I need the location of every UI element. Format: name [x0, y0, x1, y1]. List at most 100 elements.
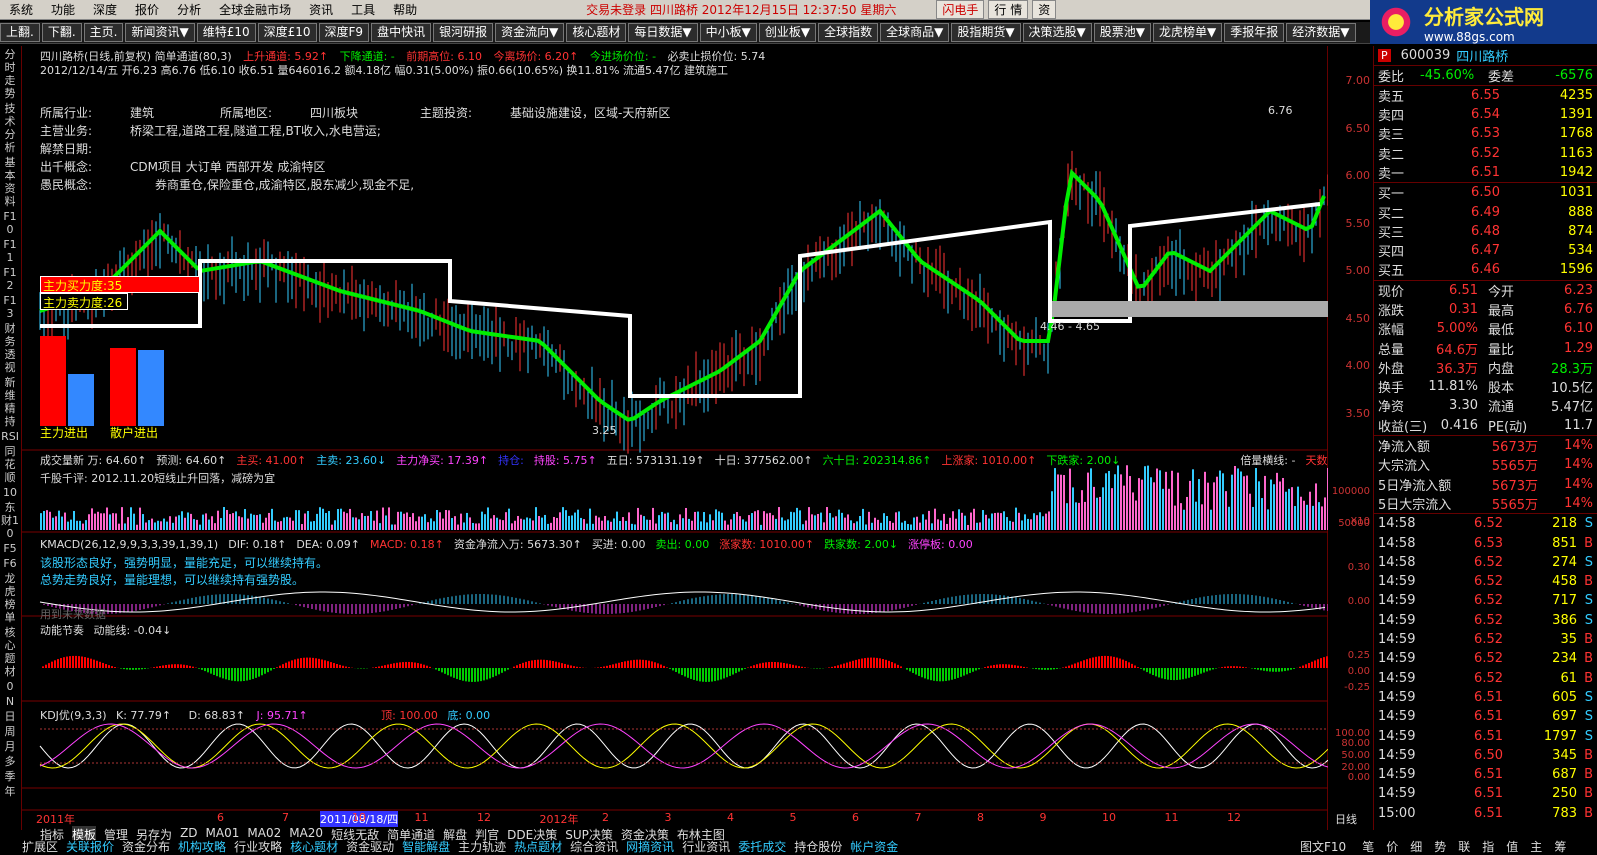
menu-depth[interactable]: 深度: [84, 1, 126, 18]
leftbar-item[interactable]: 分时走势: [0, 48, 20, 100]
menu-quote[interactable]: 报价: [126, 1, 168, 18]
info-tab[interactable]: 资金驱动: [346, 838, 394, 854]
tick-row: 15:00 6.51 783 B: [1374, 804, 1597, 823]
leftbar-item[interactable]: 技术分析: [0, 102, 20, 154]
leftbar-item[interactable]: 0: [0, 680, 20, 693]
info-tab[interactable]: 资金分布: [122, 838, 170, 854]
toolbar-button[interactable]: 银河研报: [433, 23, 494, 42]
quote-button[interactable]: 行 情: [988, 0, 1029, 19]
info-tab[interactable]: 帐户资金: [850, 838, 898, 854]
menu-function[interactable]: 功能: [42, 1, 84, 18]
info-tab[interactable]: 扩展区: [22, 838, 58, 854]
info-tab[interactable]: 综合资讯: [570, 838, 618, 854]
leftbar-item[interactable]: 东财10: [0, 501, 20, 540]
volume-bar: [772, 515, 774, 530]
menu-global-market[interactable]: 全球金融市场: [210, 1, 300, 18]
volume-bar: [301, 524, 303, 530]
panel-tab[interactable]: 指: [1482, 838, 1494, 854]
toolbar-button[interactable]: 全球指数: [818, 23, 879, 42]
menu-system[interactable]: 系统: [0, 1, 42, 18]
panel-tab[interactable]: 图文F10: [1300, 838, 1346, 854]
leftbar-item[interactable]: F13: [0, 294, 20, 320]
leftbar-item[interactable]: F12: [0, 266, 20, 292]
toolbar-button[interactable]: 创业板▼: [758, 23, 817, 42]
toolbar-button[interactable]: 龙虎榜单▼: [1153, 23, 1223, 42]
leftbar-item[interactable]: 同花顺: [0, 445, 20, 484]
info-button[interactable]: 资: [1032, 0, 1057, 19]
toolbar-button[interactable]: 深度£10: [257, 23, 317, 42]
leftbar-item[interactable]: 日: [0, 710, 20, 723]
timeframe-label[interactable]: 日线: [1335, 811, 1357, 827]
toolbar-button[interactable]: 中小板▼: [699, 23, 757, 42]
volume-bar: [970, 512, 972, 530]
info-tab[interactable]: 机构攻略: [178, 838, 226, 854]
leftbar-item[interactable]: F5: [0, 542, 20, 555]
info-tab[interactable]: 行业攻略: [234, 838, 282, 854]
toolbar-button[interactable]: 核心题材: [566, 23, 627, 42]
menu-news[interactable]: 资讯: [300, 1, 342, 18]
volume-bar: [445, 509, 447, 530]
info-tab[interactable]: 热点题材: [514, 838, 562, 854]
volume-bar: [61, 516, 63, 530]
leftbar-item[interactable]: F11: [0, 238, 20, 264]
toolbar-button[interactable]: 上翻.: [0, 23, 40, 42]
toolbar-button[interactable]: 全球商品▼: [880, 23, 950, 42]
menu-analysis[interactable]: 分析: [168, 1, 210, 18]
panel-tab[interactable]: 价: [1386, 838, 1398, 854]
retail-bar: [110, 348, 136, 426]
panel-tab[interactable]: 值: [1506, 838, 1518, 854]
leftbar-item[interactable]: 多: [0, 755, 20, 768]
toolbar-button[interactable]: 季报年报: [1224, 23, 1285, 42]
leftbar-item[interactable]: 基本资料: [0, 156, 20, 208]
toolbar-button[interactable]: 资金流向▼: [495, 23, 565, 42]
panel-tab[interactable]: 筹: [1554, 838, 1566, 854]
toolbar-button[interactable]: 下翻.: [41, 23, 82, 42]
volume-bar: [1324, 497, 1326, 530]
flash-button[interactable]: 闪电手: [936, 0, 985, 19]
toolbar-button[interactable]: 深度F9: [318, 23, 370, 42]
panel-tab[interactable]: 主: [1530, 838, 1542, 854]
leftbar-item[interactable]: 龙虎榜单: [0, 572, 20, 624]
volume-bar: [166, 521, 168, 530]
toolbar-button[interactable]: 主页.: [83, 23, 124, 42]
toolbar-button[interactable]: 维特£10: [196, 23, 256, 42]
panel-tab[interactable]: 细: [1410, 838, 1422, 854]
leftbar-item[interactable]: N: [0, 695, 20, 708]
leftbar-item[interactable]: 月: [0, 740, 20, 753]
info-tab[interactable]: 智能解盘: [402, 838, 450, 854]
volume-bar: [103, 513, 105, 530]
leftbar-item[interactable]: F6: [0, 557, 20, 570]
info-tab[interactable]: 委托成交: [738, 838, 786, 854]
leftbar-item[interactable]: 财务透视: [0, 322, 20, 374]
quote-label: 买三: [1378, 225, 1405, 241]
volume-bar: [40, 513, 42, 530]
info-tab[interactable]: 主力轨迹: [458, 838, 506, 854]
volume-bar: [286, 516, 288, 530]
toolbar-button[interactable]: 每日数据▼: [628, 23, 698, 42]
info-tab[interactable]: 行业资讯: [682, 838, 730, 854]
toolbar-button[interactable]: 决策选股▼: [1022, 23, 1092, 42]
leftbar-item[interactable]: RSI: [0, 430, 20, 443]
panel-tab[interactable]: 联: [1458, 838, 1470, 854]
panel-tab[interactable]: 势: [1434, 838, 1446, 854]
leftbar-item[interactable]: 新维精持: [0, 376, 20, 428]
toolbar-button[interactable]: 盘中快讯: [371, 23, 432, 42]
leftbar-item[interactable]: 年: [0, 785, 20, 798]
leftbar-item[interactable]: 10: [0, 486, 20, 499]
info-tab[interactable]: 网摘资讯: [626, 838, 674, 854]
toolbar-button[interactable]: 股票池▼: [1093, 23, 1152, 42]
toolbar-button[interactable]: 经济数据▼: [1286, 23, 1356, 42]
toolbar-button[interactable]: 股指期货▼: [951, 23, 1021, 42]
info-tab[interactable]: 核心题材: [290, 838, 338, 854]
leftbar-item[interactable]: 周: [0, 725, 20, 738]
menu-help[interactable]: 帮助: [384, 1, 426, 18]
leftbar-item[interactable]: 季: [0, 770, 20, 783]
volume-bar: [946, 523, 948, 530]
leftbar-item[interactable]: F10: [0, 210, 20, 236]
toolbar-button[interactable]: 新闻资讯▼: [125, 23, 195, 42]
info-tab[interactable]: 持仓股份: [794, 838, 842, 854]
menu-tools[interactable]: 工具: [342, 1, 384, 18]
panel-tab[interactable]: 笔: [1362, 838, 1374, 854]
info-tab[interactable]: 关联报价: [66, 838, 114, 854]
leftbar-item[interactable]: 核心题材: [0, 626, 20, 678]
